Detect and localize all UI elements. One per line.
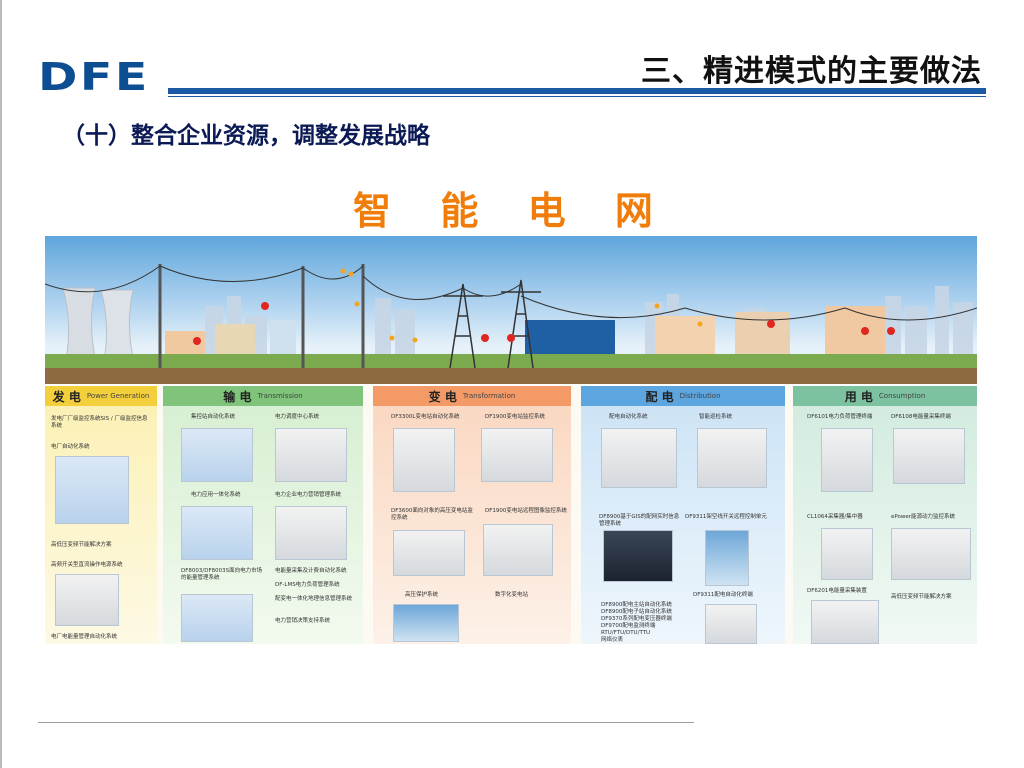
panel-title-cn: 变 电: [428, 389, 457, 404]
panel-header: 配 电 Distribution: [581, 386, 785, 406]
system-label: DF6101电力负荷管理终端: [807, 414, 873, 420]
panel-title-cn: 输 电: [223, 389, 252, 404]
load-terminal-photo: [821, 428, 873, 492]
concentrator-photo: [821, 528, 873, 580]
cabinet-photo: [55, 574, 119, 626]
system-label: DF8900基于GIS的配网实时信息管理系统: [599, 514, 680, 527]
panel-title-en: Distribution: [679, 392, 721, 400]
distribution-automation-diagram: [601, 428, 677, 488]
pole-switch-photo: [705, 530, 749, 586]
gis-map-screenshot: [603, 530, 673, 582]
panel-power-generation: 发 电 Power Generation 发电厂厂级监控系统SIS / 厂级监控…: [45, 386, 157, 644]
panel-title-cn: 配 电: [645, 389, 674, 404]
system-label: 配电自动化系统: [609, 414, 648, 420]
system-label: 智能巡检系统: [699, 414, 733, 420]
panel-distribution: 配 电 Distribution 配电自动化系统 智能巡检系统 DF8900基于…: [581, 386, 785, 644]
left-edge-rule: [0, 0, 2, 768]
panel-title-en: Power Generation: [86, 392, 150, 400]
system-label: DF6201电能量采集装置: [807, 588, 867, 594]
system-label: CL1064采集器/集中器: [807, 514, 863, 520]
inspection-devices-photo: [697, 428, 767, 488]
system-label: ePower能源动力监控系统: [891, 514, 956, 520]
system-label: DF6108电能量采集终端: [891, 414, 951, 420]
panel-transmission: 输 电 Transmission 集控站自动化系统 电力调度中心系统 电力应用一…: [163, 386, 363, 644]
system-label: DF1900变电站远程图像监控系统: [485, 508, 567, 514]
system-label: 电厂电能量管理自动化系统: [51, 634, 118, 640]
energy-management-screenshot: [181, 594, 253, 642]
smart-grid-heading: 智 能 电 网: [353, 188, 671, 233]
panel-header: 变 电 Transformation: [373, 386, 571, 406]
panel-title-en: Transformation: [462, 392, 516, 400]
footer-divider: [38, 722, 694, 723]
system-label: 集控站自动化系统: [191, 414, 236, 420]
system-label: DF8900配电主站自动化系统: [601, 602, 672, 608]
system-label: DF-LMS电力负荷管理系统: [275, 582, 340, 588]
protection-device-photo: [393, 428, 455, 492]
panel-header: 发 电 Power Generation: [45, 386, 157, 406]
image-monitor-screenshot: [483, 524, 553, 576]
system-label: 电力应用一体化系统: [191, 492, 241, 498]
category-panels: 发 电 Power Generation 发电厂厂级监控系统SIS / 厂级监控…: [45, 386, 977, 644]
system-label: DF9311架空线开关远程控制单元: [685, 514, 767, 520]
company-logo: DFE: [38, 55, 150, 99]
energy-monitor-diagram: [891, 528, 971, 580]
system-label: 高频开关型直流操作电源系统: [51, 562, 123, 568]
integrated-app-screenshot: [181, 506, 253, 560]
panel-header: 用 电 Consumption: [793, 386, 977, 406]
relay-panel-photo: [393, 604, 459, 642]
panel-header: 输 电 Transmission: [163, 386, 363, 406]
system-label: 电力调度中心系统: [275, 414, 320, 420]
system-label: 高压保护系统: [405, 592, 439, 598]
system-label: 发电厂厂级监控系统SIS / 厂级监控信息系统: [51, 416, 148, 429]
terminal-cabinet-photo: [705, 604, 757, 644]
system-label: 电力营销决策支持系统: [275, 618, 331, 624]
panel-title-en: Consumption: [878, 392, 926, 400]
system-label: DF9370系列配电变压器终端: [601, 616, 672, 622]
system-label: DF3600面向对象的高压变电站监控系统: [391, 508, 473, 521]
smart-grid-banner-image: [45, 236, 977, 384]
acquisition-device-photo: [811, 600, 879, 644]
system-label: 数字化变电站: [495, 592, 529, 598]
section-subtitle: （十）整合企业资源，调整发展战略: [62, 122, 430, 149]
rack-device-photo: [393, 530, 465, 576]
plant-automation-screenshot: [55, 456, 129, 524]
system-label: 配变电一体化地理信息管理系统: [275, 596, 353, 602]
panel-title-en: Transmission: [257, 392, 303, 400]
power-grid-illustration: [45, 264, 977, 384]
system-label: DF8003/DF8003S面向电力市场的能量管理系统: [181, 568, 263, 581]
system-label: 电能量采集及计费自动化系统: [275, 568, 347, 574]
header-divider-thin: [168, 96, 986, 97]
system-label: 电厂自动化系统: [51, 444, 90, 450]
panel-title-cn: 用 电: [844, 389, 873, 404]
system-label: DF8900配电子站自动化系统: [601, 609, 672, 615]
metering-terminal-photo: [893, 428, 965, 484]
dispatch-center-screenshot: [275, 428, 347, 482]
header-divider: [168, 88, 986, 94]
system-label: DF9311配电自动化终端: [693, 592, 753, 598]
substation-monitor-screenshot: [481, 428, 553, 482]
system-label: 网络仪表: [601, 637, 624, 643]
page-title: 三、精进模式的主要做法: [641, 54, 982, 89]
system-label: DF9700配电监测终端: [601, 623, 656, 629]
system-label: DF3300L变电站自动化系统: [391, 414, 460, 420]
system-label: 电力企业电力营销管理系统: [275, 492, 342, 498]
marketing-system-screenshot: [275, 506, 347, 560]
system-label: 高低压变频节能解决方案: [51, 542, 112, 548]
panel-title-cn: 发 电: [52, 389, 81, 404]
control-station-screenshot: [181, 428, 253, 482]
system-label: RTU/FTU/DTU/TTU: [601, 630, 651, 636]
panel-transformation: 变 电 Transformation DF3300L变电站自动化系统 DF190…: [373, 386, 571, 644]
panel-consumption: 用 电 Consumption DF6101电力负荷管理终端 DF6108电能量…: [793, 386, 977, 644]
system-label: 高低压变频节能解决方案: [891, 594, 952, 600]
system-label: DF1900变电站监控系统: [485, 414, 545, 420]
